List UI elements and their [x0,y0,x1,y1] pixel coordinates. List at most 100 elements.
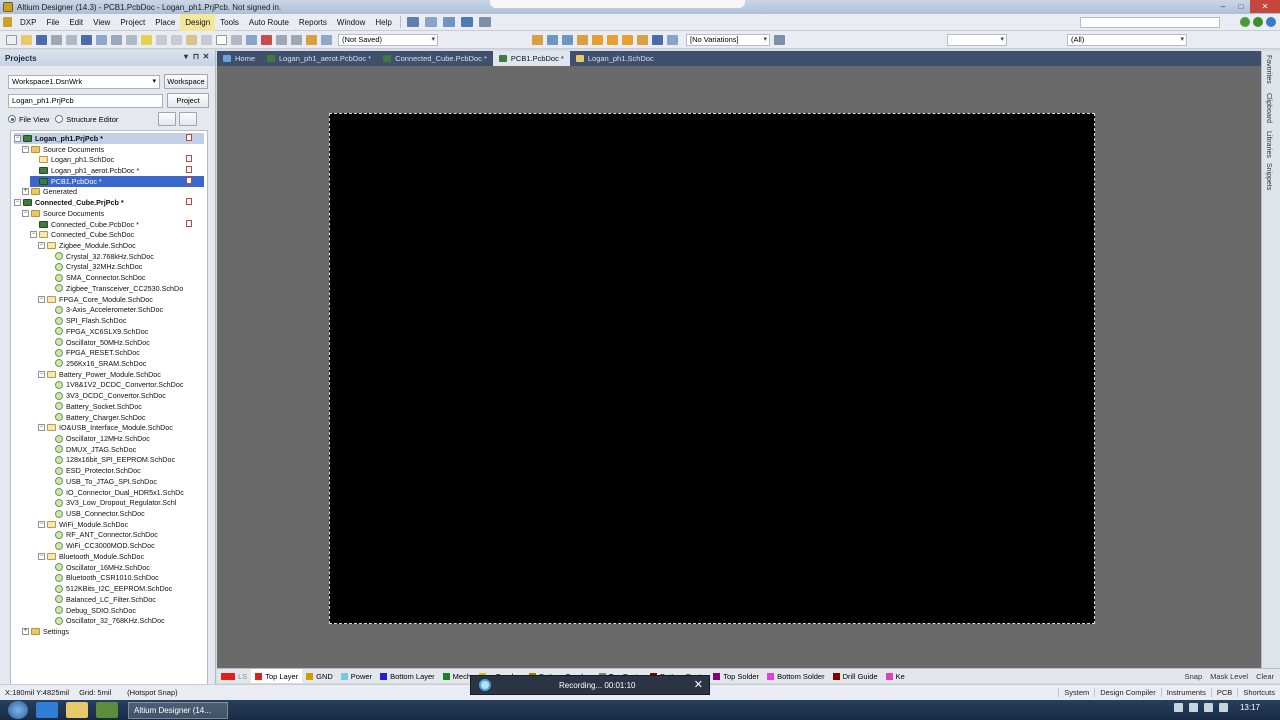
tree-item[interactable]: − IO&USB_Interface_Module.SchDoc [38,422,173,433]
component-icon[interactable] [667,34,678,45]
layer-tab[interactable]: Top Solder [709,669,763,683]
close-button[interactable]: ✕ [1250,0,1280,13]
document-tab[interactable]: PCB1.PcbDoc * [492,51,570,66]
panel-tab-libraries[interactable]: Libraries [1265,131,1272,158]
tree-item[interactable]: Bluetooth_CSR1010.SchDoc [46,573,159,584]
distribute-icon[interactable] [442,17,455,27]
tree-item[interactable]: PCB1.PcbDoc * [30,175,204,187]
menu-help[interactable]: Help [370,14,396,31]
tree-item[interactable]: 128x16bit_SPI_EEPROM.SchDoc [46,455,175,466]
recording-close-icon[interactable]: ✕ [694,678,703,691]
menu-file[interactable]: File [41,14,64,31]
workspace-combo[interactable]: Workspace1.DsnWrk [8,74,160,89]
fill-icon[interactable] [622,34,633,45]
select-area-icon[interactable] [216,34,227,45]
tray-arrow-icon[interactable] [1173,703,1183,712]
layer-tab[interactable]: Ke [882,669,909,683]
tree-item[interactable]: USB_To_JTAG_SPI.SchDoc [46,476,157,487]
layer-tab[interactable]: Power [337,669,376,683]
status-system[interactable]: System [1058,688,1094,697]
zoom-selected-icon[interactable] [126,34,137,45]
tray-network-icon[interactable] [1203,703,1213,712]
menu-dxp[interactable]: DXP [15,14,41,31]
pcb-board-outline[interactable] [329,113,1095,624]
menu-search-box[interactable] [1080,17,1220,28]
cut-icon[interactable] [156,34,167,45]
tree-item[interactable]: + Settings [22,626,69,637]
tree-item[interactable]: Battery_Charger.SchDoc [46,412,146,423]
redo-icon[interactable] [291,34,302,45]
inspector-icon[interactable] [321,34,332,45]
chart-icon[interactable] [406,17,419,27]
collapse-icon[interactable]: − [38,552,45,560]
tree-item[interactable]: Oscillator_12MHz.SchDoc [46,433,150,444]
tree-item[interactable]: − Bluetooth_Module.SchDoc [38,551,144,562]
open-icon[interactable] [21,34,32,45]
options-icon[interactable] [179,112,198,126]
tree-item[interactable]: − Battery_Power_Module.SchDoc [38,369,161,380]
tree-item[interactable]: 3V3_DCDC_Convertor.SchDoc [46,390,166,401]
tree-item[interactable]: SMA_Connector.SchDoc [46,272,146,283]
menu-place[interactable]: Place [150,14,180,31]
collapse-icon[interactable]: − [22,145,29,153]
tree-item[interactable]: Debug_SDIO.SchDoc [46,605,136,616]
panel-close-icon[interactable]: ✕ [201,52,211,63]
menu-auto-route[interactable]: Auto Route [244,14,294,31]
layer-tab[interactable]: LS [217,669,251,683]
paste-icon[interactable] [186,34,197,45]
document-tab[interactable]: Home [217,51,261,66]
status-shortcuts[interactable]: Shortcuts [1237,688,1280,697]
tree-item[interactable]: Oscillator_16MHz.SchDoc [46,562,150,573]
zoom-icon[interactable] [81,34,92,45]
tree-item[interactable]: RF_ANT_Connector.SchDoc [46,530,158,541]
collapse-icon[interactable]: − [38,295,45,303]
structure-editor-radio[interactable] [55,115,64,123]
tree-item[interactable]: Oscillator_50MHz.SchDoc [46,337,150,348]
tree-item[interactable]: Logan_ph1_aerot.PcbDoc * [30,165,139,176]
tree-item[interactable]: Battery_Socket.SchDoc [46,401,142,412]
select-icon[interactable] [460,17,473,27]
cursor-icon[interactable] [141,34,152,45]
tree-item[interactable]: IO_Connector_Dual_HDR5x1.SchDc [46,487,184,498]
tree-item[interactable]: − Source Documents [22,144,104,155]
panel-pin-icon[interactable]: ⊓ [191,52,201,63]
menu-tools[interactable]: Tools [215,14,244,31]
document-tab[interactable]: Logan_ph1.SchDoc [570,51,660,66]
tree-item[interactable]: + Generated [22,187,77,198]
tree-item[interactable]: Zigbee_Transceiver_CC2530.SchDo [46,283,183,294]
panel-tab-favorites[interactable]: Favorites [1265,55,1272,84]
menu-window[interactable]: Window [332,14,370,31]
document-tab[interactable]: Logan_ph1_aerot.PcbDoc * [261,51,377,66]
select-objects-icon[interactable] [246,34,257,45]
tree-item[interactable]: SPI_Flash.SchDoc [46,315,126,326]
explorer-icon[interactable] [66,702,88,718]
tray-flag-icon[interactable] [1188,703,1198,712]
menu-edit[interactable]: Edit [64,14,88,31]
layer-tab[interactable]: Bottom Layer [376,669,439,683]
save-status-dropdown[interactable]: (Not Saved) [338,33,438,46]
start-button[interactable] [8,701,28,719]
expand-icon[interactable]: + [22,188,29,196]
clear-selection-icon[interactable] [261,34,272,45]
align-icon[interactable] [424,17,437,27]
tree-item[interactable]: Logan_ph1.SchDoc [30,154,114,165]
menu-view[interactable]: View [88,14,115,31]
tree-item[interactable]: − Connected_Cube.PrjPcb * [14,197,124,208]
menu-project[interactable]: Project [115,14,150,31]
tree-item[interactable]: − Zigbee_Module.SchDoc [38,240,136,251]
tree-item[interactable]: − WiFi_Module.SchDoc [38,519,128,530]
via-icon[interactable] [592,34,603,45]
new-icon[interactable] [6,34,17,45]
app-icon[interactable] [96,702,118,718]
arc-icon[interactable] [607,34,618,45]
status-pcb[interactable]: PCB [1210,688,1237,697]
pad-icon[interactable] [577,34,588,45]
panel-menu-icon[interactable]: ▾ [181,52,191,63]
collapse-icon[interactable]: − [22,209,29,217]
clear-button[interactable]: Clear [1252,672,1278,681]
undo-icon[interactable] [276,34,287,45]
rubber-stamp-icon[interactable] [201,34,212,45]
filter-dropdown[interactable] [947,33,1007,46]
maximize-button[interactable]: □ [1232,0,1250,13]
collapse-icon[interactable]: − [38,520,45,528]
